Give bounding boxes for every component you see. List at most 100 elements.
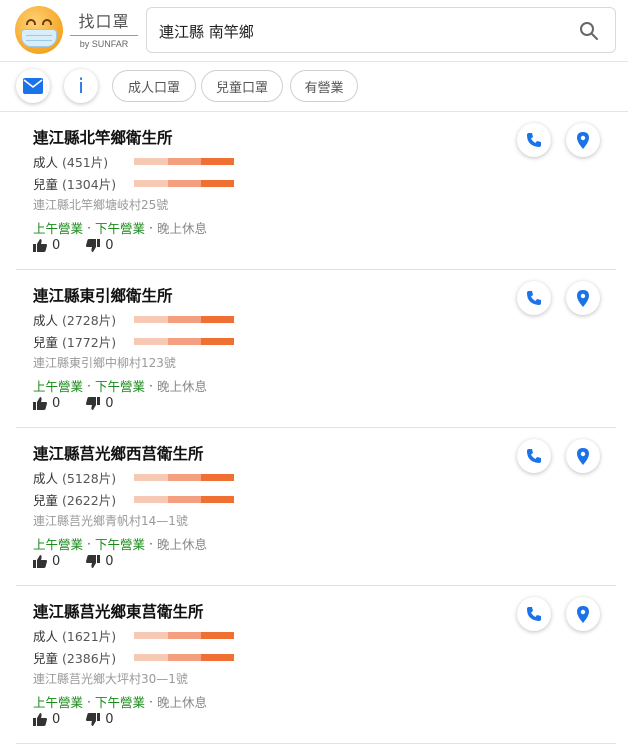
results-list: 連江縣北竿鄉衛生所 成人 (451片) 兒童 (1304片) 連江縣北竿鄉塘岐村… bbox=[16, 112, 616, 744]
pharmacy-name[interactable]: 連江縣莒光鄉西莒衛生所 bbox=[33, 442, 204, 464]
like-button[interactable]: 0 bbox=[33, 396, 60, 411]
thumbs-up-icon bbox=[33, 713, 47, 726]
map-pin-icon bbox=[577, 131, 589, 149]
dislike-button[interactable]: 0 bbox=[86, 238, 114, 253]
like-button[interactable]: 0 bbox=[33, 712, 60, 727]
child-stock: 兒童 (1772片) bbox=[33, 332, 234, 350]
dislike-count: 0 bbox=[105, 396, 114, 411]
like-count: 0 bbox=[52, 554, 61, 569]
pharmacy-card[interactable]: 連江縣北竿鄉衛生所 成人 (451片) 兒童 (1304片) 連江縣北竿鄉塘岐村… bbox=[16, 112, 616, 270]
opening-hours: 上午營業 · 下午營業 · 晚上休息 bbox=[33, 536, 208, 552]
map-pin-icon bbox=[577, 289, 589, 307]
pharmacy-name[interactable]: 連江縣北竿鄉衛生所 bbox=[33, 126, 173, 148]
pharmacy-card[interactable]: 連江縣莒光鄉東莒衛生所 成人 (1621片) 兒童 (2386片) 連江縣莒光鄉… bbox=[16, 586, 616, 744]
thumbs-down-icon bbox=[86, 239, 101, 252]
adult-stock: 成人 (1621片) bbox=[33, 626, 234, 644]
child-count: (2386片) bbox=[62, 650, 117, 666]
opening-hours: 上午營業 · 下午營業 · 晚上休息 bbox=[33, 220, 208, 236]
dislike-button[interactable]: 0 bbox=[86, 396, 114, 411]
map-pin-icon bbox=[577, 447, 589, 465]
call-button[interactable] bbox=[517, 439, 551, 473]
thumbs-down-icon bbox=[86, 555, 101, 568]
adult-count: (1621片) bbox=[62, 628, 117, 644]
morning-status: 上午營業 bbox=[33, 379, 84, 394]
child-stock: 兒童 (2386片) bbox=[33, 648, 234, 666]
thumbs-down-icon bbox=[86, 713, 101, 726]
like-count: 0 bbox=[52, 712, 61, 727]
pharmacy-address: 連江縣莒光鄉大坪村30—1號 bbox=[33, 672, 188, 686]
phone-icon bbox=[527, 607, 541, 621]
brand[interactable]: 找口罩 by SUNFAR bbox=[70, 8, 138, 49]
pharmacy-card[interactable]: 連江縣莒光鄉西莒衛生所 成人 (5128片) 兒童 (2622片) 連江縣莒光鄉… bbox=[16, 428, 616, 586]
child-count: (1304片) bbox=[62, 176, 117, 192]
logo-mask-face-icon[interactable] bbox=[15, 6, 63, 54]
info-icon: i bbox=[78, 74, 84, 98]
call-button[interactable] bbox=[517, 123, 551, 157]
pharmacy-name[interactable]: 連江縣東引鄉衛生所 bbox=[33, 284, 173, 306]
votes: 0 0 bbox=[33, 712, 140, 727]
child-stock-bar bbox=[134, 338, 234, 345]
call-button[interactable] bbox=[517, 281, 551, 315]
child-label: 兒童 bbox=[33, 492, 59, 508]
phone-icon bbox=[527, 291, 541, 305]
afternoon-status: 下午營業 bbox=[95, 379, 146, 394]
filter-chip-child-mask[interactable]: 兒童口罩 bbox=[201, 70, 283, 102]
like-count: 0 bbox=[52, 396, 61, 411]
filter-chip-adult-mask[interactable]: 成人口罩 bbox=[112, 70, 196, 102]
pharmacy-address: 連江縣莒光鄉青帆村14—1號 bbox=[33, 514, 188, 528]
evening-status: 晚上休息 bbox=[157, 537, 208, 552]
adult-stock-bar bbox=[134, 316, 234, 323]
search-icon[interactable] bbox=[579, 21, 599, 41]
pharmacy-name[interactable]: 連江縣莒光鄉東莒衛生所 bbox=[33, 600, 204, 622]
mail-button[interactable] bbox=[16, 69, 50, 103]
votes: 0 0 bbox=[33, 554, 140, 569]
like-count: 0 bbox=[52, 238, 61, 253]
child-stock-bar bbox=[134, 496, 234, 503]
phone-icon bbox=[527, 133, 541, 147]
adult-label: 成人 bbox=[33, 470, 59, 486]
dislike-count: 0 bbox=[105, 712, 114, 727]
info-button[interactable]: i bbox=[64, 69, 98, 103]
child-count: (2622片) bbox=[62, 492, 117, 508]
search-input[interactable] bbox=[159, 18, 559, 44]
map-button[interactable] bbox=[566, 597, 600, 631]
like-button[interactable]: 0 bbox=[33, 238, 60, 253]
brand-subtitle: by SUNFAR bbox=[79, 39, 129, 49]
adult-label: 成人 bbox=[33, 154, 59, 170]
app-header: 找口罩 by SUNFAR bbox=[0, 0, 628, 62]
thumbs-down-icon bbox=[86, 397, 101, 410]
adult-count: (451片) bbox=[62, 154, 109, 170]
adult-stock-bar bbox=[134, 474, 234, 481]
child-stock: 兒童 (1304片) bbox=[33, 174, 234, 192]
thumbs-up-icon bbox=[33, 555, 47, 568]
search-box bbox=[146, 7, 616, 53]
filter-bar: i 成人口罩 兒童口罩 有營業 bbox=[0, 62, 628, 112]
child-stock-bar bbox=[134, 654, 234, 661]
map-button[interactable] bbox=[566, 281, 600, 315]
dislike-button[interactable]: 0 bbox=[86, 712, 114, 727]
adult-stock-bar bbox=[134, 632, 234, 639]
map-button[interactable] bbox=[566, 123, 600, 157]
pharmacy-card[interactable]: 連江縣東引鄉衛生所 成人 (2728片) 兒童 (1772片) 連江縣東引鄉中柳… bbox=[16, 270, 616, 428]
like-button[interactable]: 0 bbox=[33, 554, 60, 569]
map-pin-icon bbox=[577, 605, 589, 623]
morning-status: 上午營業 bbox=[33, 221, 84, 236]
evening-status: 晚上休息 bbox=[157, 221, 208, 236]
pharmacy-address: 連江縣東引鄉中柳村123號 bbox=[33, 356, 176, 370]
dislike-button[interactable]: 0 bbox=[86, 554, 114, 569]
opening-hours: 上午營業 · 下午營業 · 晚上休息 bbox=[33, 378, 208, 394]
child-count: (1772片) bbox=[62, 334, 117, 350]
adult-stock: 成人 (451片) bbox=[33, 152, 234, 170]
votes: 0 0 bbox=[33, 238, 140, 253]
map-button[interactable] bbox=[566, 439, 600, 473]
child-stock-bar bbox=[134, 180, 234, 187]
call-button[interactable] bbox=[517, 597, 551, 631]
adult-stock: 成人 (2728片) bbox=[33, 310, 234, 328]
phone-icon bbox=[527, 449, 541, 463]
child-label: 兒童 bbox=[33, 650, 59, 666]
brand-title: 找口罩 bbox=[70, 8, 138, 36]
filter-chip-open-now[interactable]: 有營業 bbox=[290, 70, 358, 102]
votes: 0 0 bbox=[33, 396, 140, 411]
morning-status: 上午營業 bbox=[33, 695, 84, 710]
afternoon-status: 下午營業 bbox=[95, 537, 146, 552]
